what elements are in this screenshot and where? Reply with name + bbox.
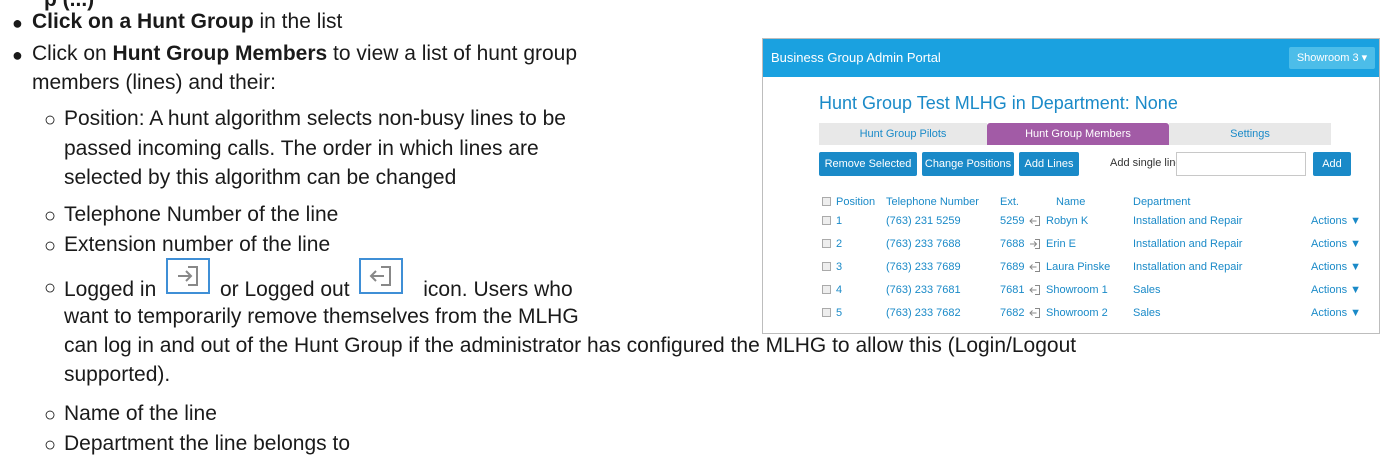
add-button[interactable]: Add: [1313, 152, 1351, 176]
change-positions-button[interactable]: Change Positions: [922, 152, 1014, 176]
row-ext: 7688: [1000, 238, 1025, 250]
row-name: Erin E: [1046, 238, 1076, 250]
telephone-desc: Telephone Number of the line: [64, 203, 339, 226]
add-single-line-input[interactable]: [1176, 152, 1306, 176]
row-actions-button[interactable]: Actions ▼: [1311, 215, 1361, 227]
portal-title: Business Group Admin Portal: [771, 50, 941, 65]
row-department: Installation and Repair: [1133, 215, 1243, 227]
row-position: 4: [836, 284, 843, 296]
row-telephone[interactable]: (763) 231 5259: [886, 215, 961, 227]
col-department[interactable]: Department: [1133, 196, 1190, 208]
row-ext: 7689: [1000, 261, 1025, 273]
row-department: Installation and Repair: [1133, 261, 1243, 273]
row-actions-button[interactable]: Actions ▼: [1311, 307, 1361, 319]
logout-icon: [1029, 284, 1041, 299]
row-checkbox[interactable]: [822, 308, 831, 317]
row-ext: 7681: [1000, 284, 1025, 296]
row-telephone[interactable]: (763) 233 7688: [886, 238, 961, 250]
remove-selected-button[interactable]: Remove Selected: [819, 152, 917, 176]
row-department: Installation and Repair: [1133, 238, 1243, 250]
login-desc-3: can log in and out of the Hunt Group if …: [64, 334, 1077, 357]
row-checkbox[interactable]: [822, 239, 831, 248]
portal-header: Business Group Admin Portal Showroom 3 ▾: [763, 39, 1379, 77]
sub-bullet: ○: [44, 434, 57, 456]
portal-screenshot: Business Group Admin Portal Showroom 3 ▾…: [762, 38, 1380, 334]
showroom-dropdown[interactable]: Showroom 3 ▾: [1289, 47, 1375, 69]
row-actions-button[interactable]: Actions ▼: [1311, 261, 1361, 273]
col-telephone[interactable]: Telephone Number: [886, 196, 979, 208]
row-ext: 7682: [1000, 307, 1025, 319]
extension-desc: Extension number of the line: [64, 233, 331, 256]
row-position: 5: [836, 307, 843, 319]
sub-bullet: ○: [44, 109, 57, 131]
row-name: Robyn K: [1046, 215, 1089, 227]
row-position: 1: [836, 215, 843, 227]
position-desc-3: selected by this algorithm can be change…: [64, 166, 457, 189]
step-click-members: Click on Hunt Group Members to view a li…: [32, 42, 578, 65]
add-single-line-label: Add single line:: [1110, 157, 1185, 169]
row-telephone[interactable]: (763) 233 7681: [886, 284, 961, 296]
login-desc-2: want to temporarily remove themselves fr…: [64, 305, 579, 328]
add-lines-button[interactable]: Add Lines: [1019, 152, 1079, 176]
row-position: 2: [836, 238, 843, 250]
login-desc-4: supported).: [64, 363, 171, 386]
row-name: Showroom 2: [1046, 307, 1108, 319]
row-telephone[interactable]: (763) 233 7682: [886, 307, 961, 319]
sub-bullet: ○: [44, 205, 57, 227]
position-desc-1: Position: A hunt algorithm selects non-b…: [64, 107, 566, 130]
login-desc: Logged in or Logged out icon. Users who: [64, 258, 573, 301]
row-ext: 5259: [1000, 215, 1025, 227]
login-icon: [166, 258, 211, 294]
logout-icon: [1029, 215, 1041, 230]
position-desc-2: passed incoming calls. The order in whic…: [64, 137, 539, 160]
sub-bullet: ○: [44, 277, 57, 299]
select-all-checkbox[interactable]: [822, 197, 831, 206]
step-members-cont: members (lines) and their:: [32, 71, 276, 94]
row-actions-button[interactable]: Actions ▼: [1311, 284, 1361, 296]
tab-hunt-group-pilots[interactable]: Hunt Group Pilots: [819, 123, 987, 145]
row-checkbox[interactable]: [822, 216, 831, 225]
row-checkbox[interactable]: [822, 262, 831, 271]
bullet: ●: [12, 45, 23, 65]
tab-hunt-group-members[interactable]: Hunt Group Members: [987, 123, 1169, 145]
row-position: 3: [836, 261, 843, 273]
logout-icon: [359, 258, 404, 294]
tab-settings[interactable]: Settings: [1169, 123, 1331, 145]
logout-icon: [1029, 307, 1041, 322]
sub-bullet: ○: [44, 404, 57, 426]
logout-icon: [1029, 261, 1041, 276]
hunt-group-heading: Hunt Group Test MLHG in Department: None: [819, 93, 1178, 113]
row-department: Sales: [1133, 284, 1161, 296]
row-department: Sales: [1133, 307, 1161, 319]
col-ext[interactable]: Ext.: [1000, 196, 1019, 208]
bullet: ●: [12, 13, 23, 33]
row-name: Laura Pinske: [1046, 261, 1111, 273]
col-name[interactable]: Name: [1056, 196, 1085, 208]
sub-bullet: ○: [44, 235, 57, 257]
name-desc: Name of the line: [64, 402, 217, 425]
col-position[interactable]: Position: [836, 196, 875, 208]
login-icon: [1029, 238, 1041, 253]
row-telephone[interactable]: (763) 233 7689: [886, 261, 961, 273]
step-click-hunt-group: Click on a Hunt Group in the list: [32, 10, 343, 33]
department-desc: Department the line belongs to: [64, 432, 351, 455]
row-name: Showroom 1: [1046, 284, 1108, 296]
row-actions-button[interactable]: Actions ▼: [1311, 238, 1361, 250]
row-checkbox[interactable]: [822, 285, 831, 294]
